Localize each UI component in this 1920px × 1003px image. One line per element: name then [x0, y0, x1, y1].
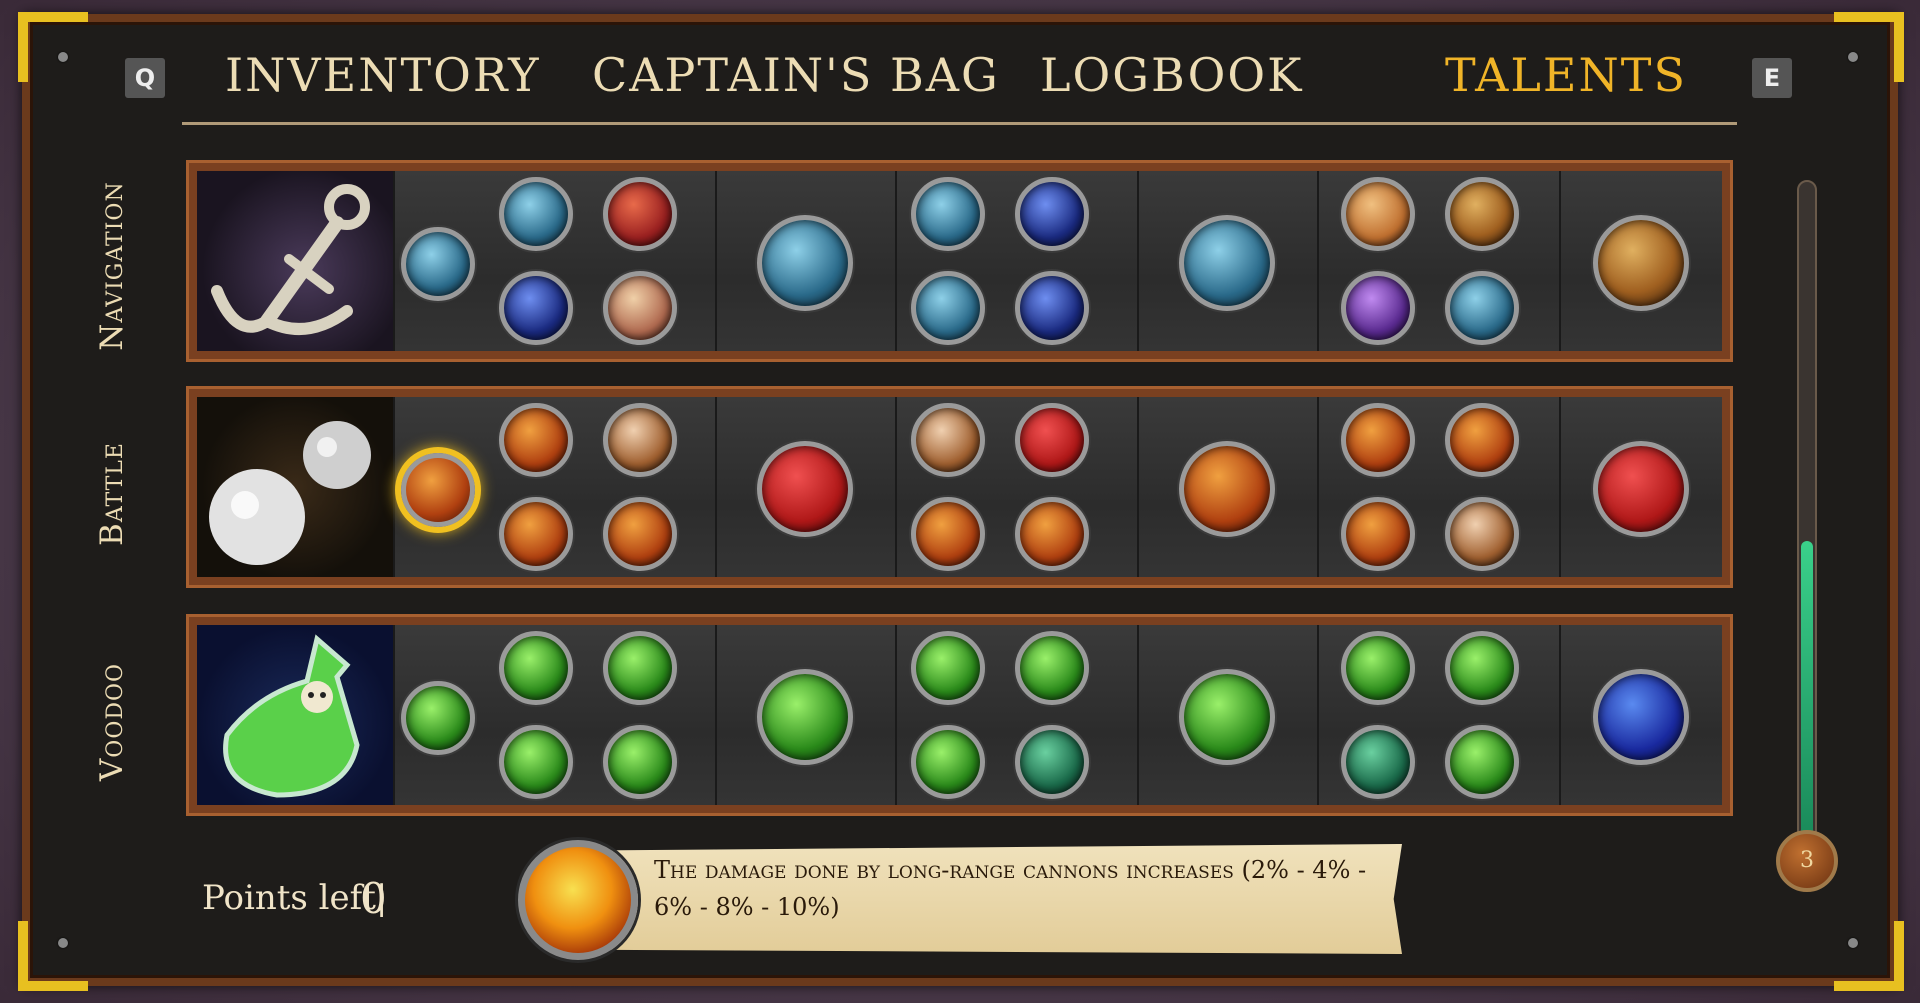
tab-inventory[interactable]: INVENTORY — [225, 48, 540, 102]
leaf-talent-icon[interactable] — [603, 631, 677, 705]
flame-talent-icon[interactable] — [603, 497, 677, 571]
compass-talent-icon[interactable] — [499, 177, 573, 251]
talent-tier-6 — [1559, 171, 1722, 351]
vortex-talent-icon[interactable] — [1593, 669, 1689, 765]
talent-tier-2 — [715, 397, 895, 577]
spider-talent-icon[interactable] — [1015, 631, 1089, 705]
long-range-cannon-talent-icon[interactable] — [401, 453, 475, 527]
frame-corner — [18, 12, 88, 82]
rivet — [58, 52, 68, 62]
skull-talent-icon[interactable] — [911, 403, 985, 477]
talent-tier-4 — [1137, 397, 1317, 577]
green-leaf-talent-icon[interactable] — [1179, 669, 1275, 765]
broken-sail-talent-icon[interactable] — [1593, 441, 1689, 537]
talent-description: The damage done by long-range cannons in… — [654, 856, 1367, 921]
ghost-talent-icon[interactable] — [1179, 215, 1275, 311]
vine-talent-icon[interactable] — [1341, 725, 1415, 799]
tab-captains-bag[interactable]: CAPTAIN'S BAG — [592, 48, 1000, 102]
voodoo-portrait — [197, 625, 393, 805]
long-range-cannon-icon — [518, 840, 638, 960]
lighthouse-talent-icon[interactable] — [1015, 177, 1089, 251]
tab-divider — [182, 122, 1737, 125]
talent-tier-4 — [1137, 625, 1317, 805]
row-label-battle: Battle — [94, 442, 130, 546]
talent-tier-3 — [895, 625, 1137, 805]
potion-icon — [223, 634, 360, 798]
jaws-talent-icon[interactable] — [911, 631, 985, 705]
cannonballs-icon — [209, 421, 371, 565]
gear-talent-icon[interactable] — [1445, 177, 1519, 251]
hook-talent-icon[interactable] — [757, 669, 853, 765]
frame-corner — [1834, 12, 1904, 82]
fireball-talent-icon[interactable] — [1445, 403, 1519, 477]
rivet — [1848, 52, 1858, 62]
talent-tier-5 — [1317, 397, 1559, 577]
parrot-talent-icon[interactable] — [911, 177, 985, 251]
talent-tier-6 — [1559, 625, 1722, 805]
cat-talent-icon[interactable] — [499, 725, 573, 799]
kraken-talent-icon[interactable] — [1341, 271, 1415, 345]
night-talent-icon[interactable] — [499, 271, 573, 345]
sun-talent-icon[interactable] — [1341, 177, 1415, 251]
crossed-swords-talent-icon[interactable] — [911, 271, 985, 345]
talent-tier-1 — [393, 171, 715, 351]
talent-tier-5 — [1317, 171, 1559, 351]
explosion-talent-icon[interactable] — [499, 497, 573, 571]
row-label-navigation: Navigation — [94, 181, 130, 351]
frame-corner — [1834, 921, 1904, 991]
talent-row-navigation — [186, 160, 1733, 362]
talent-tier-3 — [895, 171, 1137, 351]
heart-talent-icon[interactable] — [757, 441, 853, 537]
eye-talent-icon[interactable] — [401, 681, 475, 755]
level-badge: 3 — [1776, 830, 1838, 892]
moon-talent-icon[interactable] — [1015, 271, 1089, 345]
grapple-talent-icon[interactable] — [1445, 497, 1519, 571]
alert-talent-icon[interactable] — [603, 177, 677, 251]
blast-talent-icon[interactable] — [1341, 403, 1415, 477]
skull-fire-talent-icon[interactable] — [499, 403, 573, 477]
fire-hand-talent-icon[interactable] — [1179, 441, 1275, 537]
rivet — [1848, 938, 1858, 948]
talent-tier-6 — [1559, 397, 1722, 577]
dancer-talent-icon[interactable] — [499, 631, 573, 705]
talent-tier-3 — [895, 397, 1137, 577]
next-tab-key[interactable]: E — [1752, 58, 1792, 98]
serpent-talent-icon[interactable] — [1445, 271, 1519, 345]
anchor-icon — [211, 184, 370, 335]
battle-portrait — [197, 397, 393, 577]
talent-tier-1 — [393, 625, 715, 805]
sword-talent-icon[interactable] — [603, 725, 677, 799]
swirl-talent-icon[interactable] — [1445, 725, 1519, 799]
frame-corner — [18, 921, 88, 991]
ship-wheel-talent-icon[interactable] — [757, 215, 853, 311]
talent-tier-1 — [393, 397, 715, 577]
talent-row-battle — [186, 386, 1733, 588]
points-left-value: 0 — [360, 874, 387, 923]
tab-talents[interactable]: TALENTS — [1445, 48, 1687, 102]
treasure-chest-talent-icon[interactable] — [1593, 215, 1689, 311]
talent-tier-2 — [715, 171, 895, 351]
tentacle-talent-icon[interactable] — [911, 725, 985, 799]
talent-tier-4 — [1137, 171, 1317, 351]
talent-row-voodoo — [186, 614, 1733, 816]
prev-tab-key[interactable]: Q — [125, 58, 165, 98]
scrollbar-fill — [1801, 540, 1813, 836]
wave-talent-icon[interactable] — [401, 227, 475, 301]
cannon-talent-icon[interactable] — [1341, 497, 1415, 571]
rivet — [58, 938, 68, 948]
talent-tier-2 — [715, 625, 895, 805]
scrollbar[interactable] — [1797, 180, 1817, 840]
tab-logbook[interactable]: LOGBOOK — [1040, 48, 1303, 102]
horizon-talent-icon[interactable] — [603, 403, 677, 477]
lightning-talent-icon[interactable] — [911, 497, 985, 571]
navigation-portrait — [197, 171, 393, 351]
pirate-talent-icon[interactable] — [1015, 497, 1089, 571]
bomb-talent-icon[interactable] — [1015, 403, 1089, 477]
row-label-voodoo: Voodoo — [94, 662, 130, 782]
rune-talent-icon[interactable] — [1015, 725, 1089, 799]
talent-tier-5 — [1317, 625, 1559, 805]
palm-talent-icon[interactable] — [1341, 631, 1415, 705]
green-skull-talent-icon[interactable] — [1445, 631, 1519, 705]
sailor-talent-icon[interactable] — [603, 271, 677, 345]
